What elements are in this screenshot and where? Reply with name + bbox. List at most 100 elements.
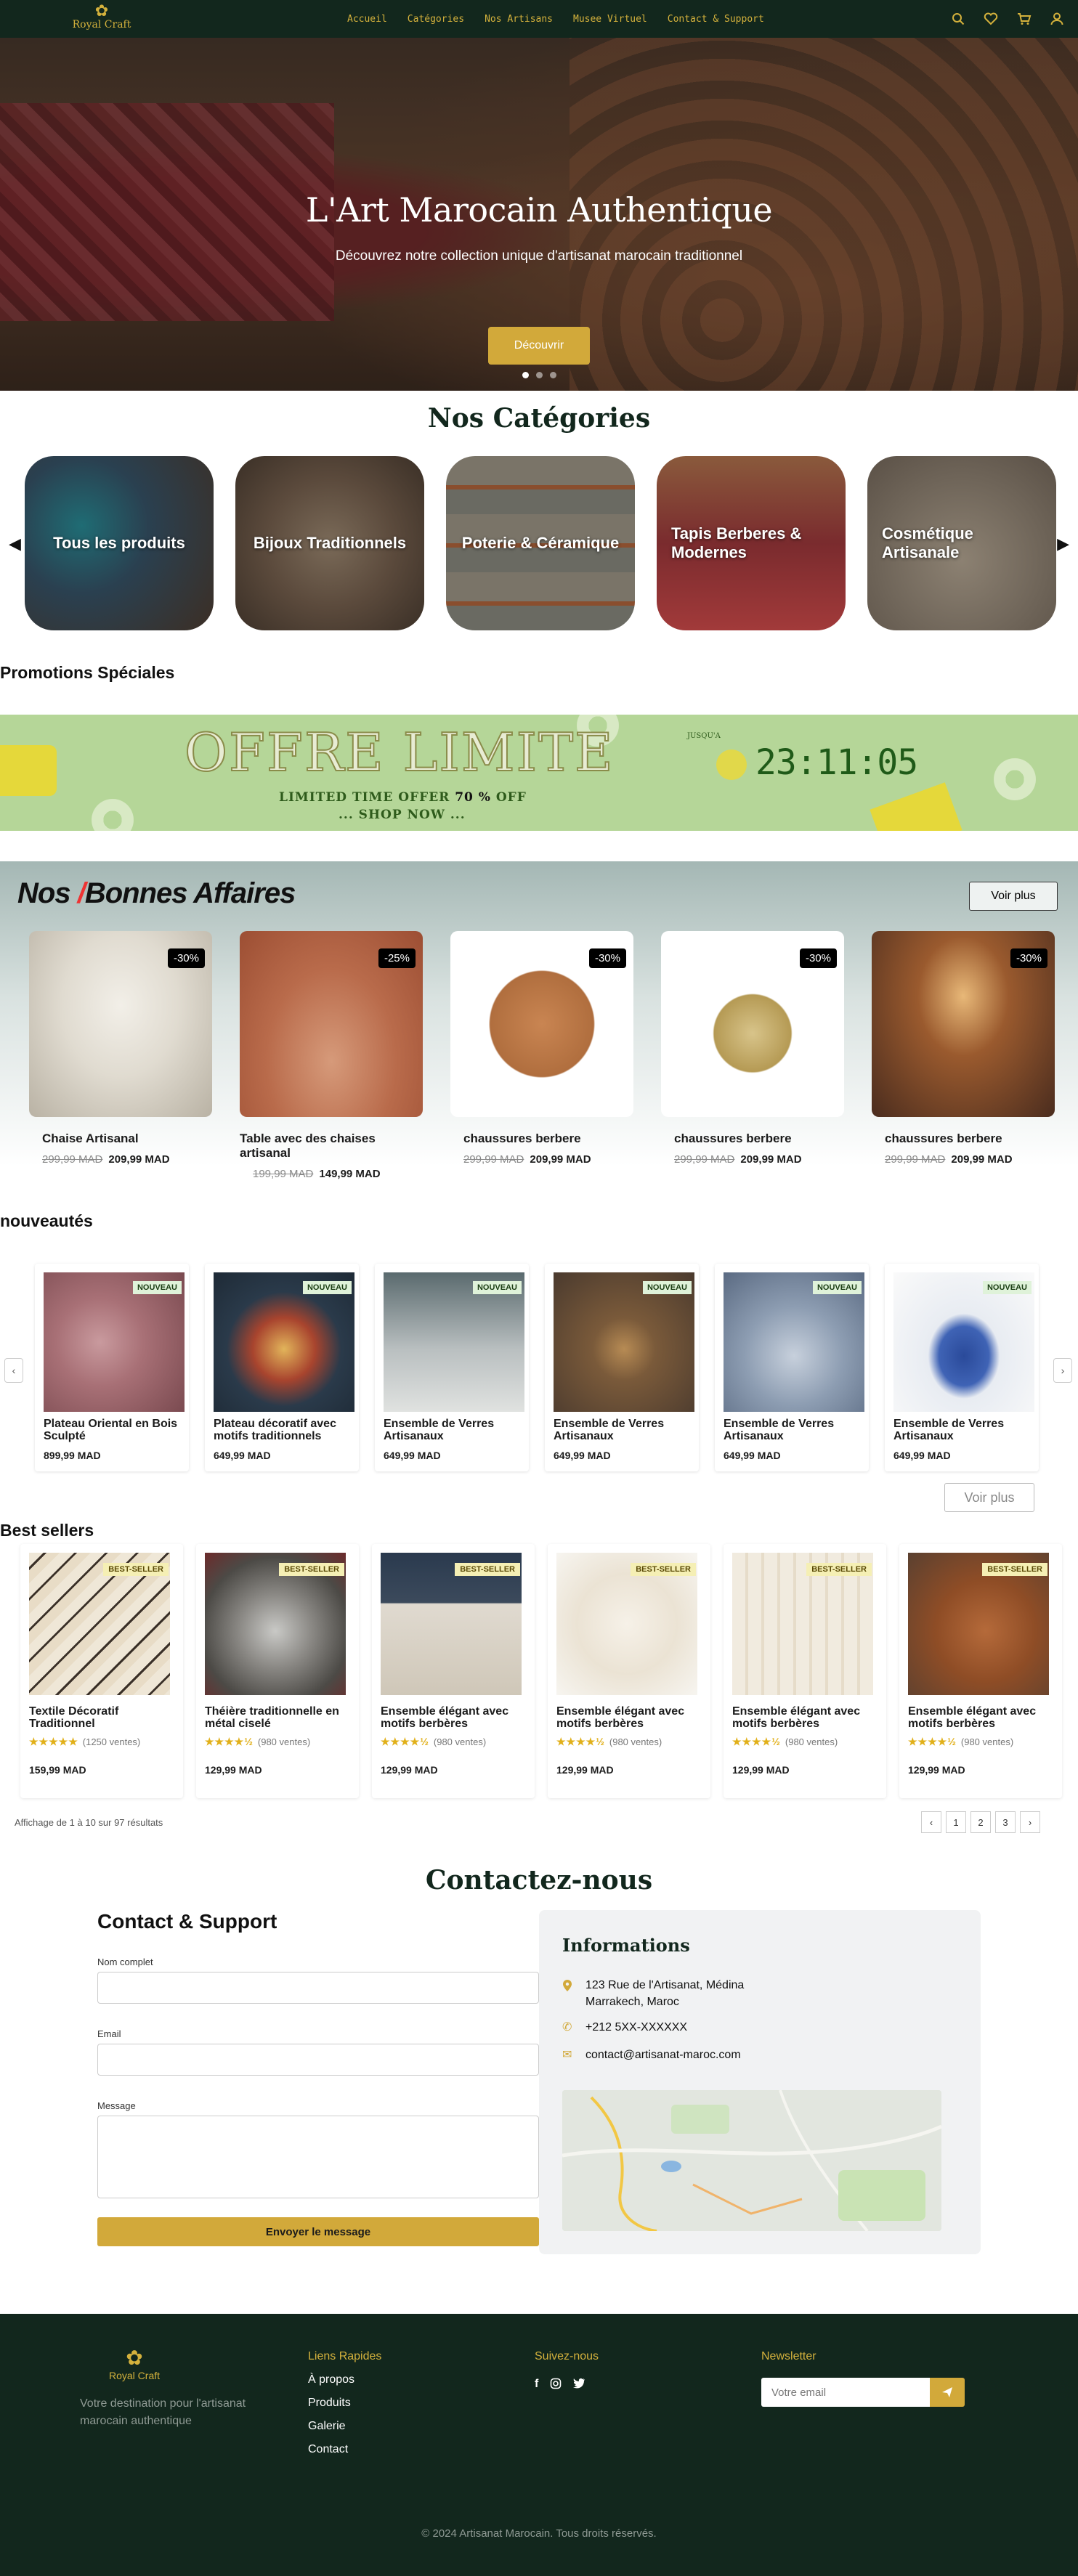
location-map[interactable] — [562, 2090, 941, 2231]
nav-link-musee[interactable]: Musee Virtuel — [573, 14, 647, 25]
deal-card[interactable]: -30% chaussures berbere 299,99 MAD 209,99… — [661, 931, 844, 1180]
old-price: 299,99 MAD — [42, 1153, 103, 1166]
footer-link-contact[interactable]: Contact — [308, 2443, 381, 2456]
deals-see-more-button[interactable]: Voir plus — [969, 882, 1058, 911]
category-card-pottery[interactable]: Poterie & Céramique — [446, 456, 635, 630]
best-seller-badge: BEST-SELLER — [279, 1563, 344, 1576]
product-price: 649,99 MAD — [214, 1450, 271, 1461]
product-card[interactable]: NOUVEAU Plateau décoratif avec motifs tr… — [205, 1264, 359, 1471]
footer-tagline: Votre destination pour l'artisanat maroc… — [80, 2397, 246, 2427]
pagination-next[interactable]: › — [1020, 1811, 1040, 1833]
category-card-cosmetics[interactable]: Cosmétique Artisanale — [867, 456, 1056, 630]
old-price: 299,99 MAD — [674, 1153, 735, 1166]
product-name: Théière traditionnelle en métal ciselé — [205, 1705, 339, 1730]
footer-logo[interactable]: ✿ Royal Craft — [109, 2346, 160, 2381]
name-field[interactable] — [97, 1972, 539, 2004]
twitter-icon[interactable] — [573, 2378, 585, 2389]
envelope-icon: ✉ — [562, 2049, 572, 2061]
promo-countdown: 23:11:05 — [755, 742, 918, 783]
best-seller-badge: BEST-SELLER — [982, 1563, 1047, 1576]
stars: ★★★★½ — [205, 1736, 254, 1747]
heart-icon[interactable] — [984, 12, 998, 25]
categories-next-arrow[interactable]: ▶ — [1057, 535, 1069, 553]
promo-sub-text: LIMITED TIME OFFER — [279, 790, 455, 805]
category-card-jewelry[interactable]: Bijoux Traditionnels — [235, 456, 424, 630]
promo-shop-now[interactable]: ... SHOP NOW ... — [339, 808, 466, 822]
rating-stars: ★★★★★ (1250 ventes) — [29, 1736, 174, 1748]
discover-button[interactable]: Découvrir — [488, 327, 590, 365]
category-card-rugs[interactable]: Tapis Berberes & Modernes — [657, 456, 846, 630]
flower-decoration-icon — [982, 747, 1047, 812]
ticket-decoration — [0, 745, 57, 796]
facebook-icon[interactable]: f — [535, 2378, 538, 2391]
product-image: NOUVEAU — [214, 1272, 354, 1412]
sales-count: (1250 ventes) — [82, 1736, 141, 1747]
product-image: BEST-SELLER — [908, 1553, 1049, 1695]
old-price: 299,99 MAD — [885, 1153, 946, 1166]
deal-card[interactable]: -30% chaussures berbere 299,99 MAD 209,99… — [450, 931, 633, 1180]
user-icon[interactable] — [1050, 12, 1063, 25]
product-card[interactable]: BEST-SELLER Ensemble élégant avec motifs… — [372, 1544, 535, 1798]
pagination-page-1[interactable]: 1 — [946, 1811, 966, 1833]
new-next-arrow[interactable]: › — [1053, 1358, 1072, 1383]
new-prev-arrow[interactable]: ‹ — [4, 1358, 23, 1383]
product-card[interactable]: NOUVEAU Ensemble de Verres Artisanaux 64… — [715, 1264, 869, 1471]
message-field[interactable] — [97, 2116, 539, 2198]
category-label: Tapis Berberes & Modernes — [671, 524, 802, 561]
ticket-decoration — [870, 782, 962, 831]
promo-banner[interactable]: OFFRE LIMITE LIMITED TIME OFFER 70 % OFF… — [0, 715, 1078, 831]
product-image: BEST-SELLER — [556, 1553, 697, 1695]
product-card[interactable]: BEST-SELLER Ensemble élégant avec motifs… — [899, 1544, 1062, 1798]
nav-link-accueil[interactable]: Accueil — [347, 14, 387, 25]
pagination-page-3[interactable]: 3 — [995, 1811, 1016, 1833]
category-card-all[interactable]: Tous les produits — [25, 456, 214, 630]
deal-card[interactable]: -30% chaussures berbere 299,99 MAD 209,99… — [872, 931, 1055, 1180]
footer-link-gallery[interactable]: Galerie — [308, 2420, 381, 2433]
nav-link-artisans[interactable]: Nos Artisans — [485, 14, 553, 25]
categories-prev-arrow[interactable]: ◀ — [9, 535, 21, 553]
deal-card[interactable]: -25% Table avec des chaises artisanal 19… — [240, 931, 423, 1180]
newsletter-title: Newsletter — [761, 2350, 816, 2362]
discount-badge: -30% — [1010, 948, 1047, 968]
footer-social-title: Suivez-nous — [535, 2350, 599, 2362]
hero-carousel-dots — [0, 372, 1078, 378]
nav-link-categories[interactable]: Catégories — [408, 14, 464, 25]
product-price: 649,99 MAD — [724, 1450, 781, 1461]
pagination-prev[interactable]: ‹ — [921, 1811, 941, 1833]
send-message-button[interactable]: Envoyer le message — [97, 2217, 539, 2246]
product-card[interactable]: NOUVEAU Plateau Oriental en Bois Sculpté… — [35, 1264, 189, 1471]
carousel-dot[interactable] — [522, 372, 529, 378]
cart-icon[interactable] — [1017, 12, 1032, 25]
product-card[interactable]: BEST-SELLER Ensemble élégant avec motifs… — [548, 1544, 710, 1798]
new-see-more-button[interactable]: Voir plus — [944, 1483, 1034, 1512]
product-card[interactable]: BEST-SELLER Textile Décoratif Traditionn… — [20, 1544, 183, 1798]
new-price: 209,99 MAD — [530, 1153, 591, 1166]
newsletter-email-input[interactable]: Votre email — [761, 2378, 930, 2407]
carousel-dot[interactable] — [535, 372, 543, 378]
discount-badge: -30% — [167, 948, 205, 968]
footer-link-about[interactable]: À propos — [308, 2373, 381, 2386]
pagination-page-2[interactable]: 2 — [970, 1811, 991, 1833]
carousel-dot[interactable] — [549, 372, 556, 378]
product-card[interactable]: NOUVEAU Ensemble de Verres Artisanaux 64… — [375, 1264, 529, 1471]
site-logo[interactable]: ✿ Royal Craft — [65, 3, 138, 31]
deal-card[interactable]: -30% Chaise Artisanal 299,99 MAD 209,99 M… — [29, 931, 212, 1180]
product-image: BEST-SELLER — [205, 1553, 346, 1695]
search-icon[interactable] — [952, 12, 965, 25]
product-price: 129,99 MAD — [556, 1764, 614, 1776]
newsletter-submit-button[interactable] — [930, 2378, 965, 2407]
product-card[interactable]: NOUVEAU Ensemble de Verres Artisanaux 64… — [545, 1264, 699, 1471]
instagram-icon[interactable] — [550, 2378, 562, 2389]
product-image: NOUVEAU — [893, 1272, 1034, 1412]
deals-title-accent: / — [77, 877, 86, 909]
hero-subtitle: Découvrez notre collection unique d'arti… — [335, 248, 743, 264]
footer-link-products[interactable]: Produits — [308, 2397, 381, 2410]
sales-count: (980 ventes) — [785, 1736, 838, 1747]
deals-title-part: Nos — [17, 877, 78, 909]
nav-link-contact[interactable]: Contact & Support — [668, 14, 764, 25]
email-field[interactable] — [97, 2044, 539, 2076]
product-card[interactable]: NOUVEAU Ensemble de Verres Artisanaux 64… — [885, 1264, 1039, 1471]
product-card[interactable]: BEST-SELLER Ensemble élégant avec motifs… — [724, 1544, 886, 1798]
sales-count: (980 ventes) — [960, 1736, 1014, 1747]
product-card[interactable]: BEST-SELLER Théière traditionnelle en mé… — [196, 1544, 359, 1798]
